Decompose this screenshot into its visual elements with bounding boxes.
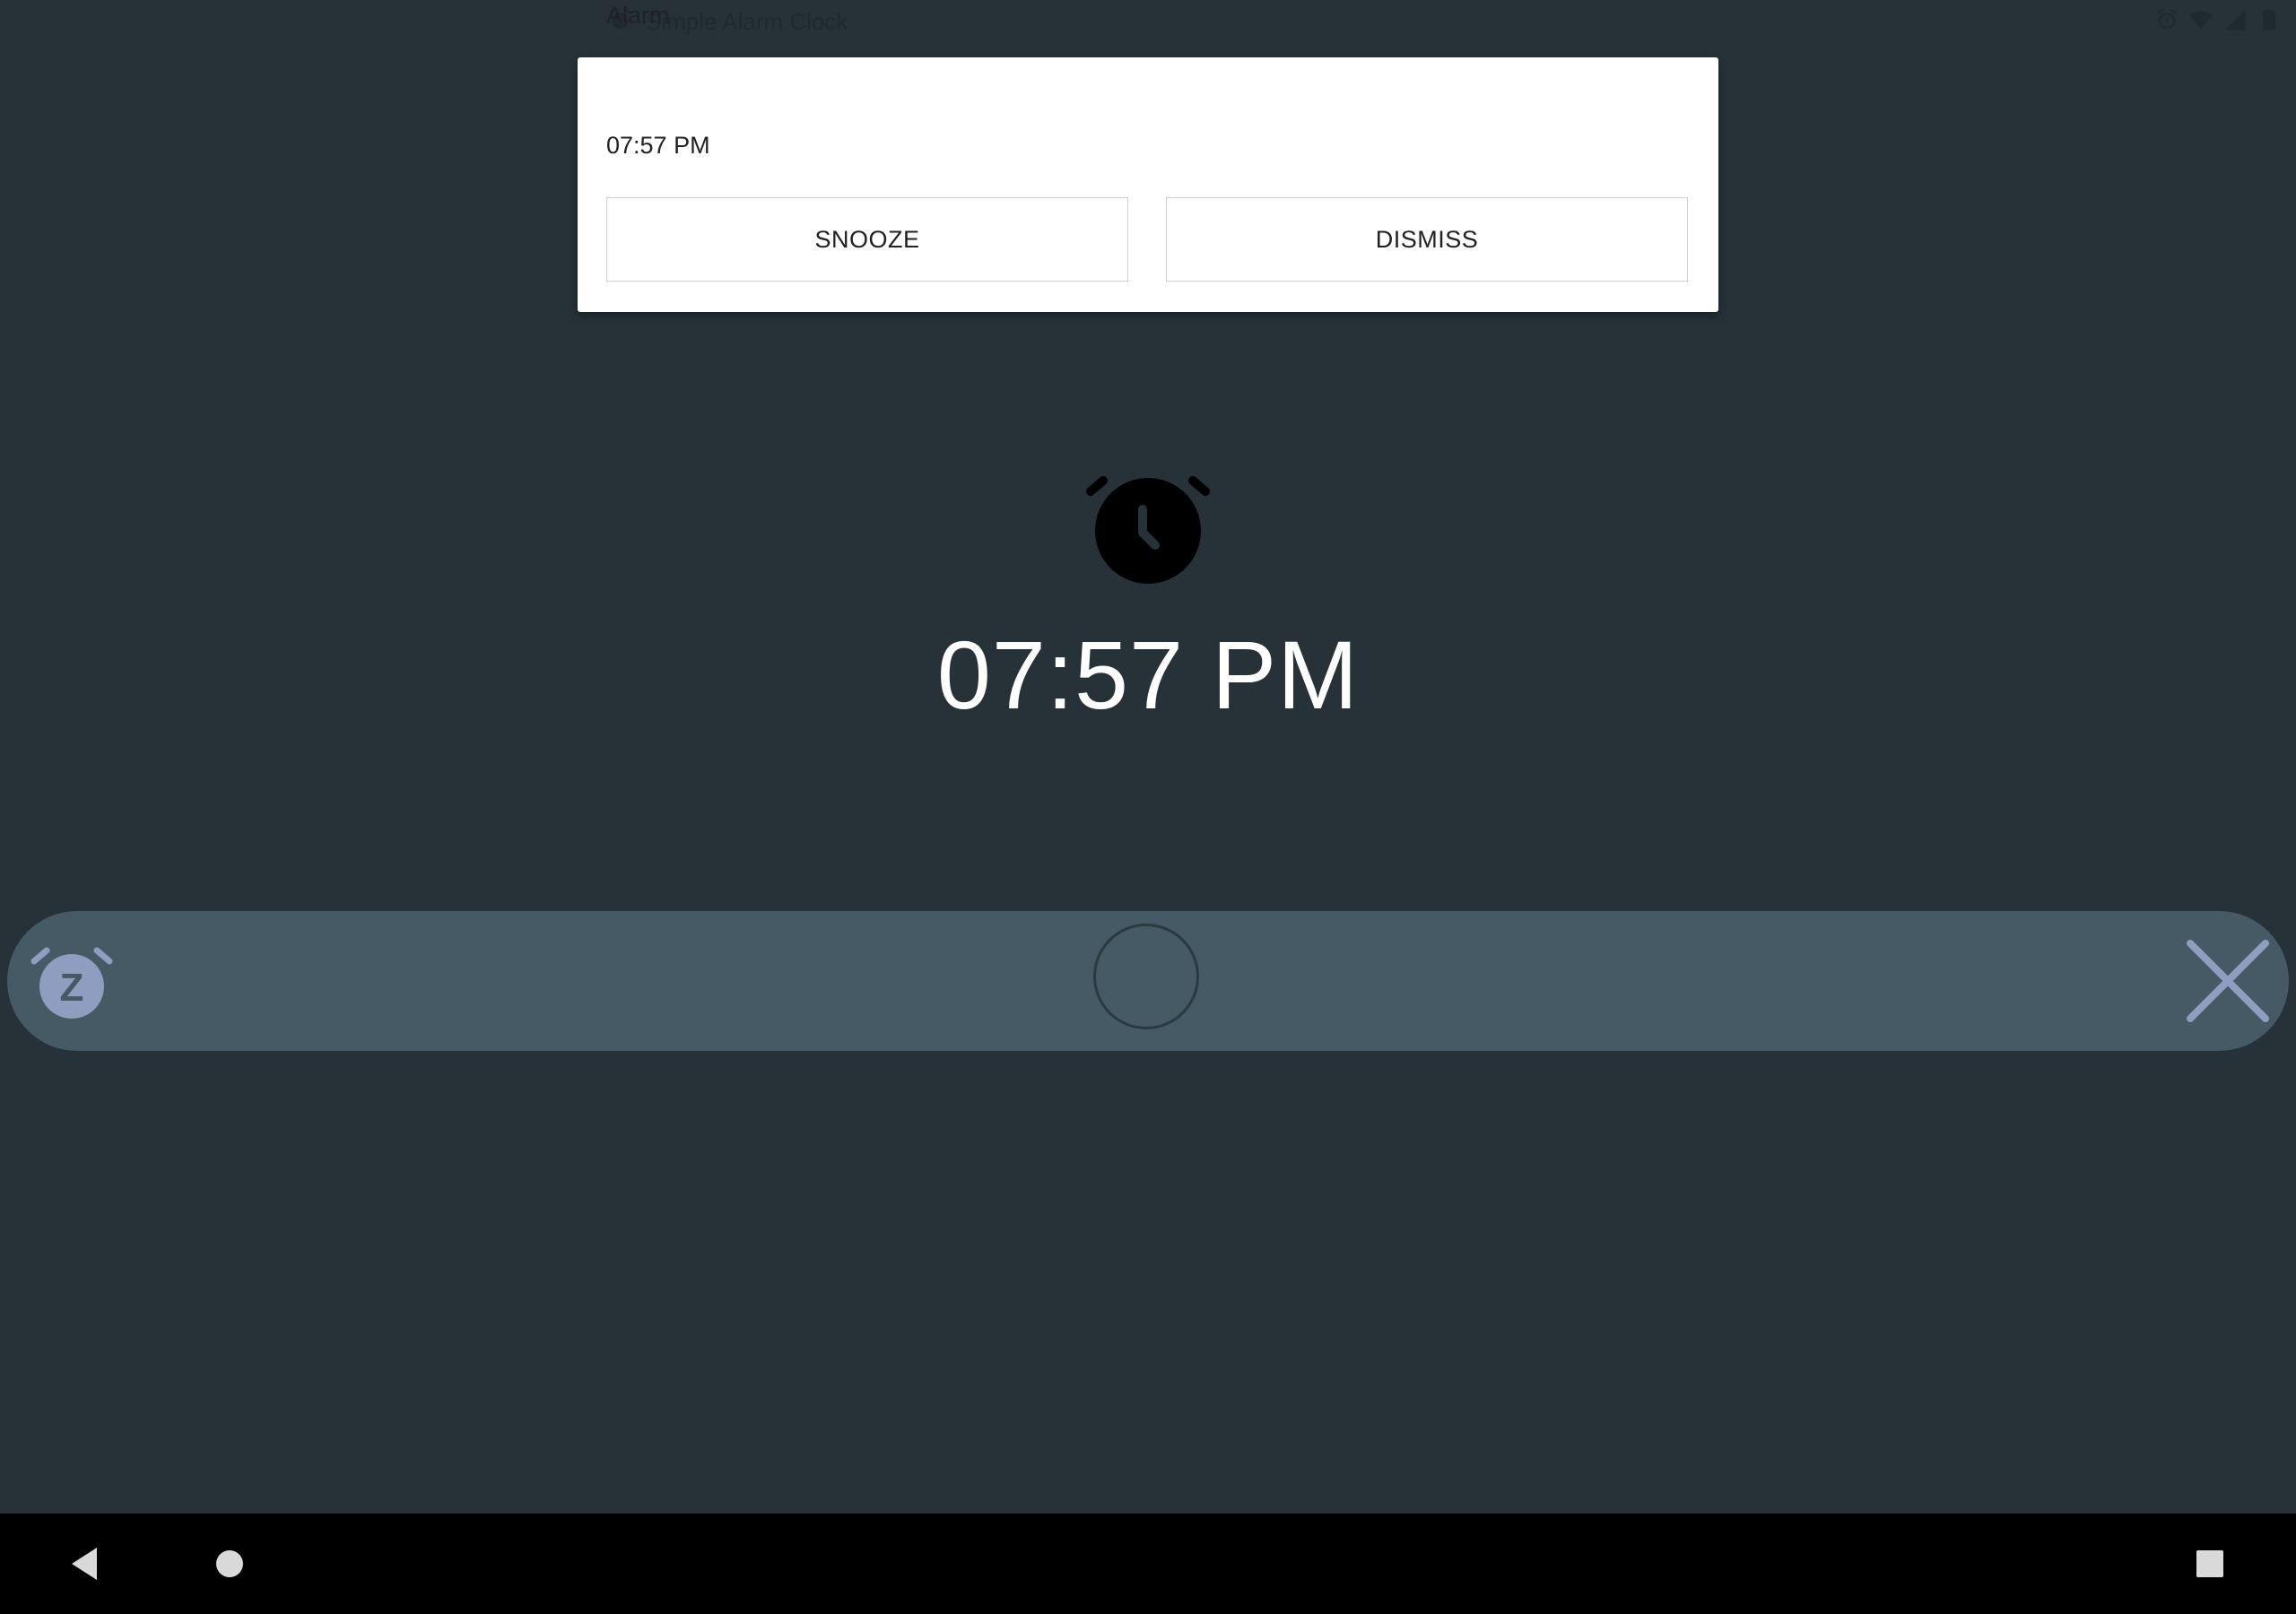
close-icon[interactable] — [2181, 934, 2274, 1028]
status-app-title: Simple Alarm Clock — [646, 7, 848, 35]
cell-signal-icon — [2222, 7, 2248, 37]
snooze-button[interactable]: SNOOZE — [606, 197, 1128, 282]
slider-handle[interactable] — [1093, 924, 1199, 1029]
status-bar: Simple Alarm Clock — [0, 0, 2296, 43]
dismiss-button[interactable]: DISMISS — [1166, 197, 1688, 282]
home-icon — [216, 1550, 243, 1577]
back-icon — [72, 1548, 97, 1580]
navigation-bar — [0, 1514, 2296, 1614]
home-button[interactable] — [206, 1540, 253, 1587]
notification-title: Alarm — [606, 2, 670, 29]
alarm-screen: Simple Alarm Clock Alarm 07:57 PM SNOOZE… — [0, 0, 2296, 1614]
back-button[interactable] — [61, 1540, 108, 1587]
alarm-clock-icon — [1083, 470, 1213, 599]
snooze-letter: Z — [60, 966, 84, 1010]
wifi-icon — [2188, 7, 2213, 37]
status-icons — [2154, 7, 2282, 36]
battery-icon — [2257, 7, 2282, 37]
snooze-icon[interactable]: Z — [29, 940, 115, 1026]
alarm-time: 07:57 PM — [936, 620, 1360, 729]
recents-icon — [2196, 1550, 2223, 1577]
notification-time: 07:57 PM — [606, 132, 710, 159]
snooze-dismiss-slider[interactable]: Z — [7, 911, 2289, 1051]
alarm-icon — [2154, 7, 2179, 37]
alarm-notification: Alarm 07:57 PM SNOOZE DISMISS — [578, 2, 1718, 312]
recents-button[interactable] — [2187, 1540, 2233, 1587]
